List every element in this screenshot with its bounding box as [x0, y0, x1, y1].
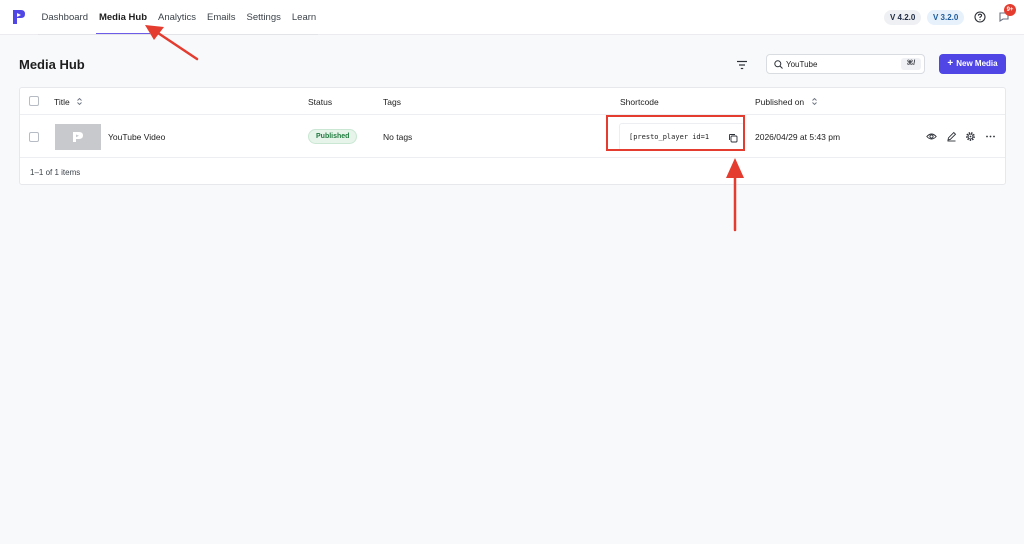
eye-icon[interactable]	[926, 131, 937, 142]
search-input[interactable]	[786, 58, 886, 71]
search-box: ⌘/	[766, 54, 925, 74]
table-row[interactable]: YouTube Video Published No tags [presto_…	[20, 116, 1005, 158]
page-title: Media Hub	[19, 57, 85, 72]
video-thumbnail[interactable]	[55, 124, 101, 150]
gear-icon[interactable]	[965, 131, 976, 142]
nav-media-hub[interactable]: Media Hub	[93, 0, 152, 35]
annotation-arrows	[145, 25, 744, 232]
column-title-label: Title	[54, 97, 70, 107]
table-header: Title Status Tags Shortcode Published on	[20, 88, 1005, 115]
media-title-link[interactable]: YouTube Video	[108, 132, 165, 142]
column-shortcode: Shortcode	[620, 97, 659, 107]
nav-settings[interactable]: Settings	[241, 0, 286, 35]
column-tags: Tags	[383, 97, 401, 107]
main-nav: Dashboard Media Hub Analytics Emails Set…	[36, 0, 322, 35]
tags-cell: No tags	[383, 132, 413, 142]
more-icon[interactable]	[985, 131, 996, 142]
nav-divider	[38, 34, 318, 35]
select-all-checkbox[interactable]	[29, 96, 39, 106]
pencil-icon[interactable]	[946, 131, 957, 142]
nav-analytics[interactable]: Analytics	[153, 0, 202, 35]
published-date: 2026/04/29 at 5:43 pm	[755, 132, 841, 142]
sort-icon	[77, 97, 82, 106]
nav-dashboard[interactable]: Dashboard	[36, 0, 93, 35]
column-published-label: Published on	[755, 97, 805, 107]
nav-learn[interactable]: Learn	[286, 0, 321, 35]
plus-icon: +	[947, 58, 954, 69]
nav-emails[interactable]: Emails	[202, 0, 242, 35]
notification-badge: 9+	[1004, 4, 1016, 16]
search-icon	[774, 60, 783, 69]
column-published[interactable]: Published on	[755, 97, 818, 107]
filter-icon[interactable]	[736, 59, 748, 71]
column-title[interactable]: Title	[54, 97, 83, 107]
presto-logo-icon[interactable]	[12, 9, 26, 25]
column-status: Status	[308, 97, 333, 107]
row-checkbox[interactable]	[29, 132, 39, 142]
pagination-summary: 1–1 of 1 items	[30, 168, 81, 177]
help-icon[interactable]	[974, 11, 986, 23]
search-shortcut: ⌘/	[901, 58, 921, 70]
version-badge-pro: V 4.2.0	[884, 10, 922, 25]
media-table: Title Status Tags Shortcode Published on…	[19, 87, 1006, 185]
new-media-button[interactable]: + New Media	[939, 54, 1006, 74]
status-badge: Published	[308, 129, 358, 144]
sort-icon	[811, 97, 817, 106]
top-navigation-bar: Dashboard Media Hub Analytics Emails Set…	[0, 0, 1024, 35]
version-badge-core: V 3.2.0	[927, 10, 965, 25]
new-media-label: New Media	[956, 59, 998, 68]
presto-logo-icon	[73, 132, 83, 142]
shortcode-highlight-annotation	[606, 115, 745, 151]
